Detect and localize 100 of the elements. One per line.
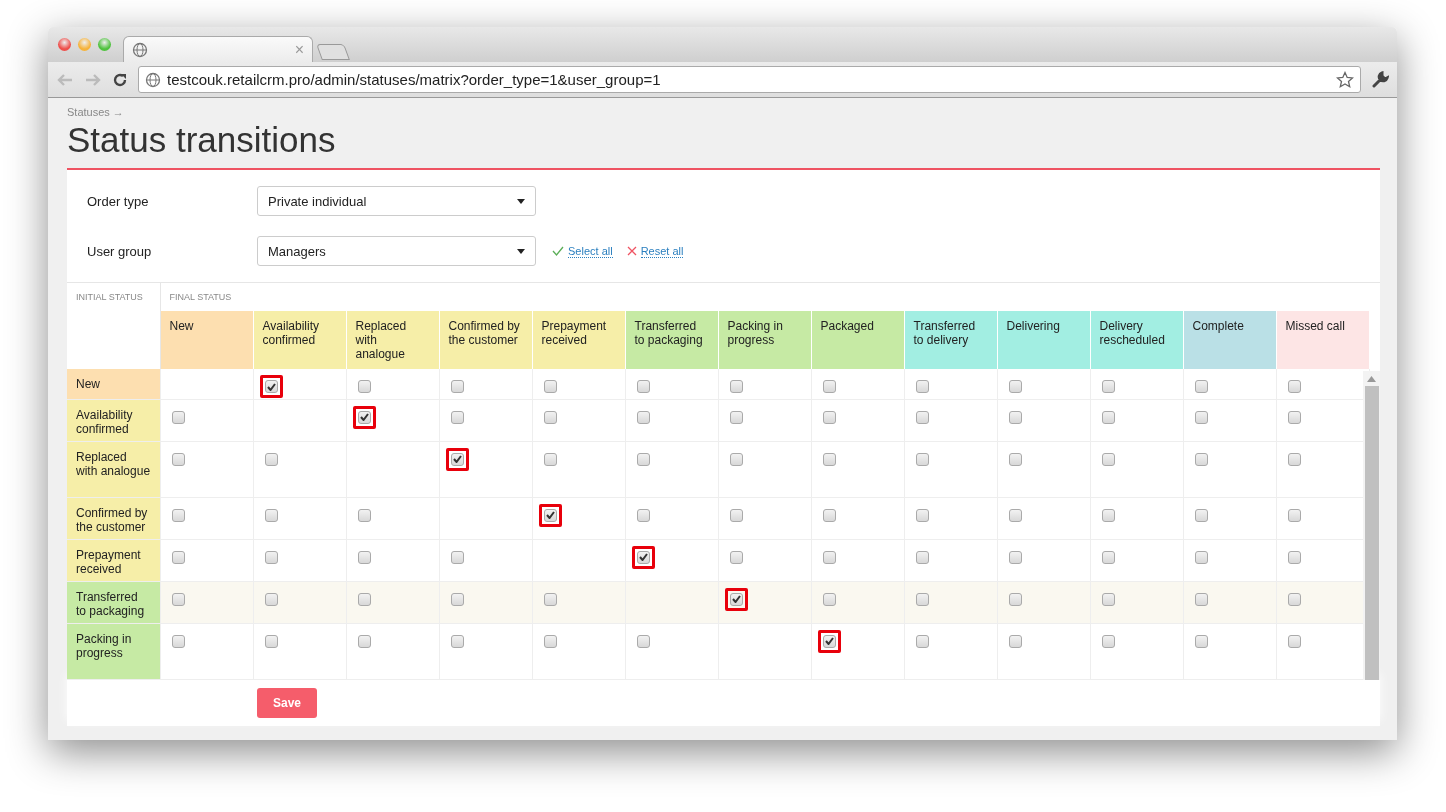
checkbox[interactable] [636,452,650,466]
breadcrumb-link[interactable]: Statuses → [67,106,1380,118]
checkbox[interactable] [1194,634,1208,648]
minimize-button[interactable] [78,38,91,51]
checkbox[interactable] [450,380,464,393]
checkbox[interactable] [1008,380,1022,393]
checkbox[interactable] [171,634,185,648]
checkbox[interactable] [915,410,929,424]
scroll-up-icon[interactable] [1367,376,1376,382]
checkbox[interactable] [729,380,743,393]
checkbox[interactable] [264,592,278,606]
checkbox[interactable] [822,508,836,522]
checkbox[interactable] [357,592,371,606]
checkbox[interactable] [1287,550,1301,564]
checkbox[interactable] [543,410,557,424]
checkbox[interactable] [915,508,929,522]
checkbox[interactable] [543,380,557,393]
checkbox[interactable] [171,550,185,564]
checkbox[interactable] [264,550,278,564]
checkbox[interactable] [1287,410,1301,424]
checkbox[interactable] [1194,452,1208,466]
checkbox[interactable] [264,634,278,648]
checkbox[interactable] [1008,550,1022,564]
checkbox[interactable] [915,550,929,564]
checkbox[interactable] [1194,508,1208,522]
action-link[interactable]: Select all [568,244,613,258]
checkbox[interactable] [729,508,743,522]
checkbox[interactable] [1194,380,1208,393]
checkbox[interactable] [1008,592,1022,606]
checkbox[interactable] [264,380,278,393]
checkbox[interactable] [1008,634,1022,648]
wrench-icon[interactable] [1371,70,1389,89]
checkbox[interactable] [822,550,836,564]
reload-icon[interactable] [112,71,128,88]
dropdown-select[interactable]: Private individual [257,186,536,216]
checkbox[interactable] [450,634,464,648]
star-icon[interactable] [1336,70,1354,89]
checkbox[interactable] [1287,452,1301,466]
address-bar[interactable]: testcouk.retailcrm.pro/admin/statuses/matrix?order_type=1&user_group=1 [138,66,1361,93]
checkbox[interactable] [822,380,836,393]
checkbox[interactable] [1008,508,1022,522]
dropdown-select[interactable]: Managers [257,236,536,266]
checkbox[interactable] [822,452,836,466]
checkbox[interactable] [1287,592,1301,606]
new-tab-button[interactable] [316,44,350,60]
checkbox[interactable] [915,634,929,648]
checkbox[interactable] [357,508,371,522]
checkbox[interactable] [1287,380,1301,393]
checkbox[interactable] [915,452,929,466]
checkbox[interactable] [450,452,464,466]
checkbox[interactable] [1194,592,1208,606]
checkbox[interactable] [357,410,371,424]
checkbox[interactable] [636,508,650,522]
scrollbar[interactable] [1363,371,1380,680]
checkbox[interactable] [636,410,650,424]
forward-icon[interactable] [84,71,102,88]
checkbox[interactable] [636,634,650,648]
checkbox[interactable] [915,380,929,393]
checkbox[interactable] [264,508,278,522]
tab-close-button[interactable]: × [294,40,304,59]
checkbox[interactable] [1101,508,1115,522]
checkbox[interactable] [543,508,557,522]
checkbox[interactable] [171,592,185,606]
checkbox[interactable] [1287,508,1301,522]
checkbox[interactable] [1101,592,1115,606]
checkbox[interactable] [1101,410,1115,424]
checkbox[interactable] [450,410,464,424]
close-button[interactable] [58,38,71,51]
checkbox[interactable] [729,452,743,466]
checkbox[interactable] [357,550,371,564]
checkbox[interactable] [171,410,185,424]
checkbox[interactable] [450,550,464,564]
checkbox[interactable] [264,452,278,466]
checkbox[interactable] [543,592,557,606]
checkbox[interactable] [822,634,836,648]
checkbox[interactable] [729,592,743,606]
checkbox[interactable] [357,634,371,648]
checkbox[interactable] [1008,452,1022,466]
checkbox[interactable] [1287,634,1301,648]
checkbox[interactable] [1101,634,1115,648]
checkbox[interactable] [1101,550,1115,564]
zoom-button[interactable] [98,38,111,51]
checkbox[interactable] [1101,452,1115,466]
checkbox[interactable] [636,380,650,393]
checkbox[interactable] [636,550,650,564]
checkbox[interactable] [450,592,464,606]
action-link[interactable]: Reset all [640,244,684,258]
checkbox[interactable] [729,550,743,564]
checkbox[interactable] [543,452,557,466]
checkbox[interactable] [822,410,836,424]
checkbox[interactable] [729,410,743,424]
checkbox[interactable] [171,452,185,466]
save-button[interactable]: Save [257,687,317,718]
checkbox[interactable] [1008,410,1022,424]
checkbox[interactable] [171,508,185,522]
checkbox[interactable] [1194,410,1208,424]
browser-tab[interactable]: × [123,36,313,62]
checkbox[interactable] [1101,380,1115,393]
checkbox[interactable] [357,380,371,393]
back-icon[interactable] [56,71,74,88]
